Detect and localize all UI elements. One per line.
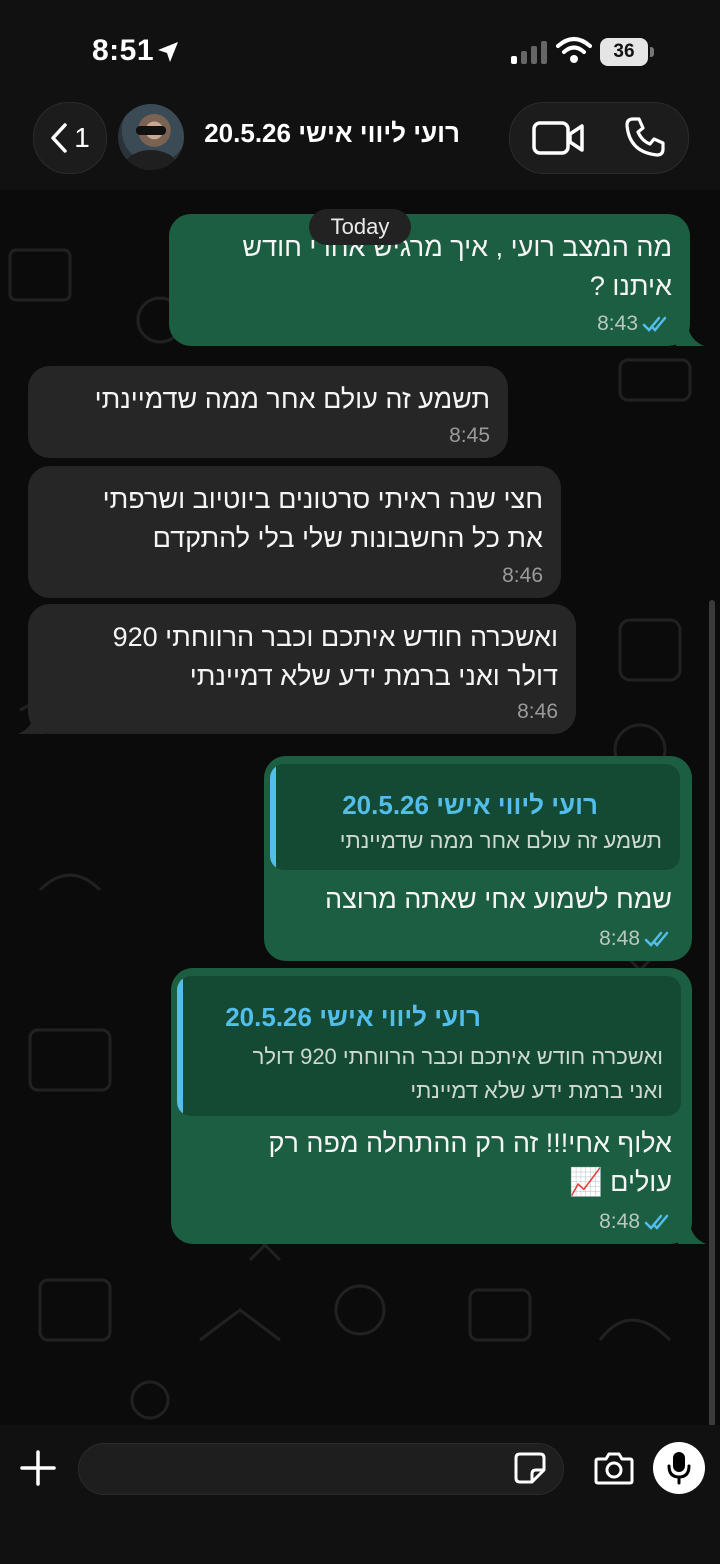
message-time: 8:45 [449,424,490,447]
message-text: מה המצב רועי , איך מרגיש אחרי חודש איתנו… [242,232,672,301]
back-button[interactable]: 1 [33,102,107,174]
signal-icon [511,41,547,64]
video-icon[interactable] [532,120,584,156]
message-meta: 8:48 [599,1210,674,1234]
status-time: 8:51 [92,34,155,67]
double-check-icon [642,316,667,332]
quoted-message[interactable]: רועי ליווי אישי 20.5.26 ואשכרה חודש איתכ… [177,976,681,1116]
phone-icon[interactable] [624,116,666,158]
microphone-icon [667,1452,691,1485]
message-time: 8:43 [597,312,638,335]
message-bubble-outgoing[interactable]: רועי ליווי אישי 20.5.26 תשמע זה עולם אחר… [264,756,692,961]
sticker-icon[interactable] [514,1452,546,1484]
microphone-button[interactable] [653,1442,705,1494]
chevron-left-icon [51,123,67,153]
message-bubble-incoming[interactable]: תשמע זה עולם אחר ממה שדמיינתי 8:45 [28,366,508,458]
message-meta: 8:48 [599,927,674,951]
message-text: תשמע זה עולם אחר ממה שדמיינתי [94,384,490,414]
message-text: חצי שנה ראיתי סרטונים ביוטיוב ושרפתי את … [102,484,543,553]
message-text: אלוף אחי!!! זה רק ההתחלה מפה רק עולים 📈 [268,1128,672,1197]
quote-sender: רועי ליווי אישי 20.5.26 [225,1002,481,1032]
message-time: 8:48 [599,1210,640,1233]
quote-text: תשמע זה עולם אחר ממה שדמיינתי [339,828,662,853]
scrollbar[interactable] [709,600,715,1425]
message-meta: 8:46 [517,700,558,724]
quoted-message[interactable]: רועי ליווי אישי 20.5.26 תשמע זה עולם אחר… [270,764,680,870]
contact-name[interactable]: רועי ליווי אישי 20.5.26 [200,118,460,149]
plus-icon[interactable] [20,1450,56,1486]
message-meta: 8:43 [597,312,672,336]
message-bubble-incoming[interactable]: ואשכרה חודש איתכם וכבר הרווחתי 920 דולר … [28,604,576,734]
bubble-tail [18,714,46,734]
back-unread-count: 1 [74,122,90,153]
avatar[interactable] [118,104,184,170]
wifi-icon [556,37,592,63]
message-meta: 8:45 [449,424,490,448]
message-text: שמח לשמוע אחי שאתה מרוצה [324,884,672,914]
camera-icon[interactable] [594,1451,634,1485]
bubble-tail [678,1224,706,1244]
message-input[interactable] [78,1443,564,1495]
message-time: 8:46 [517,700,558,723]
message-bubble-outgoing[interactable]: רועי ליווי אישי 20.5.26 ואשכרה חודש איתכ… [171,968,692,1244]
message-bubble-outgoing[interactable]: מה המצב רועי , איך מרגיש אחרי חודש איתנו… [169,214,690,346]
date-divider: Today [309,209,411,245]
location-arrow-icon [158,42,178,62]
message-bubble-incoming[interactable]: חצי שנה ראיתי סרטונים ביוטיוב ושרפתי את … [28,466,561,598]
double-check-icon [644,1214,669,1230]
message-text: ואשכרה חודש איתכם וכבר הרווחתי 920 דולר … [112,622,558,691]
battery-nub [650,47,654,57]
message-time: 8:48 [599,927,640,950]
quote-sender: רועי ליווי אישי 20.5.26 [342,790,598,820]
bubble-tail [676,326,704,346]
quote-text: ואשכרה חודש איתכם וכבר הרווחתי 920 דולר … [252,1044,663,1103]
message-time: 8:46 [502,564,543,587]
message-meta: 8:46 [502,564,543,588]
double-check-icon [644,931,669,947]
battery-icon: 36 [600,38,648,66]
